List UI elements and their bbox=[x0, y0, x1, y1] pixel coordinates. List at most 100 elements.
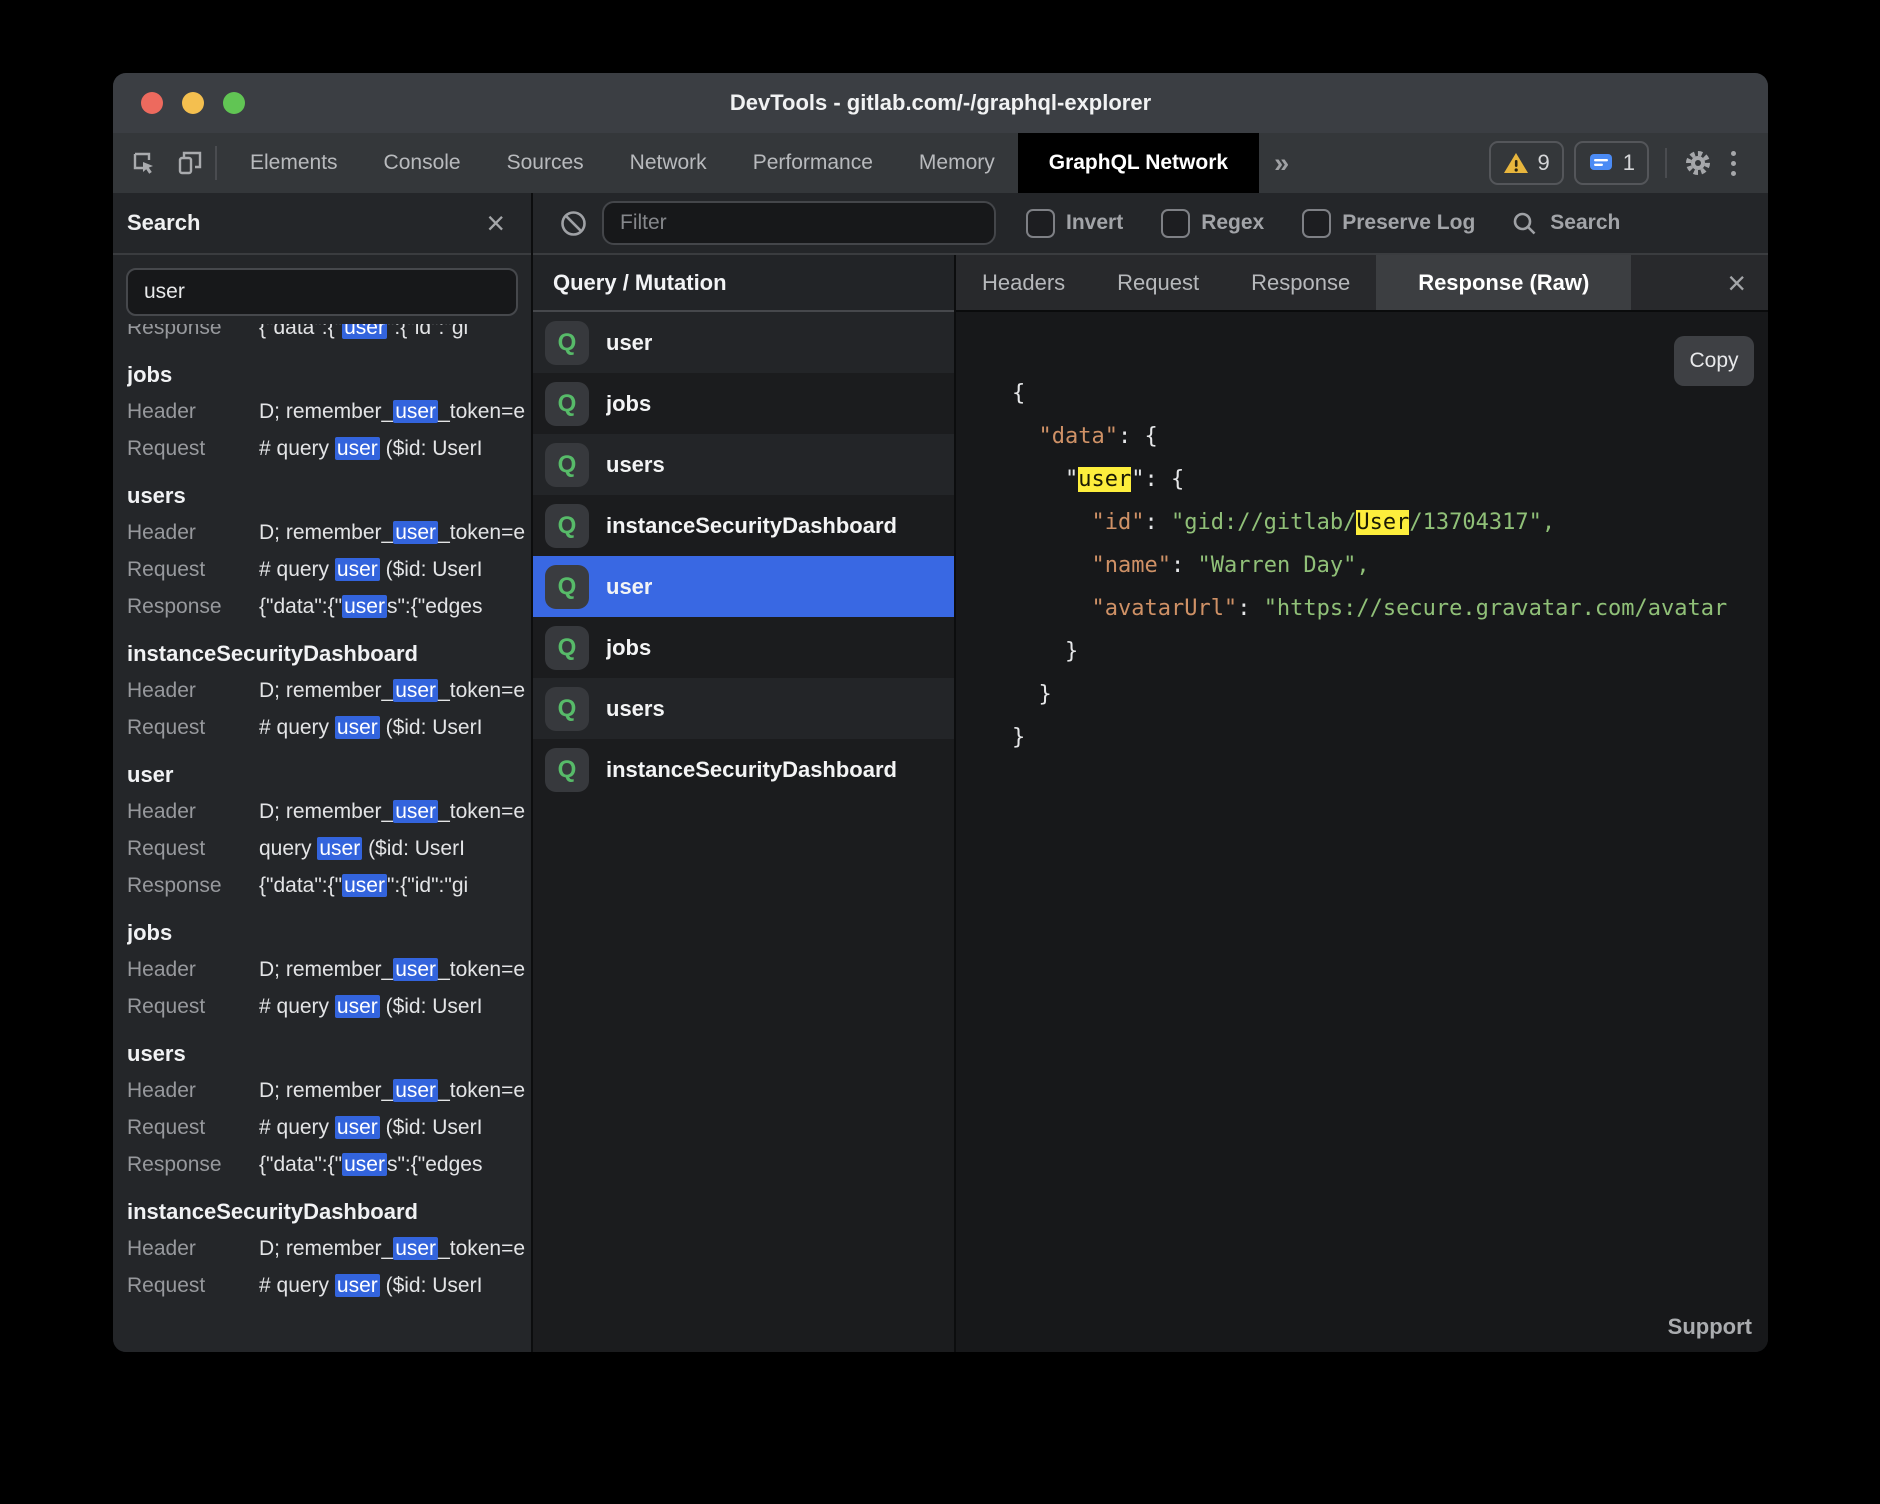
search-result-group[interactable]: usersHeaderD; remember_user_token=eReque… bbox=[127, 477, 531, 625]
search-result-line[interactable]: Request# query user ($id: UserI bbox=[127, 709, 531, 746]
search-result-group[interactable]: usersHeaderD; remember_user_token=eReque… bbox=[127, 1035, 531, 1183]
query-row-jobs[interactable]: Qjobs bbox=[533, 373, 954, 434]
search-result-line[interactable]: HeaderD; remember_user_token=e bbox=[127, 393, 531, 430]
invert-checkbox-group[interactable]: Invert bbox=[1026, 209, 1123, 238]
search-panel-close-icon[interactable]: × bbox=[486, 207, 505, 239]
preserve-log-checkbox-group[interactable]: Preserve Log bbox=[1302, 209, 1475, 238]
detail-tab-response[interactable]: Response bbox=[1225, 255, 1376, 310]
result-line-label: Request bbox=[127, 988, 259, 1025]
response-raw-content: Copy { "data": { "user": { "id": "gid://… bbox=[956, 312, 1768, 1352]
search-result-group[interactable]: userHeaderD; remember_user_token=eReques… bbox=[127, 756, 531, 904]
search-result-group[interactable]: instanceSecurityDashboardHeaderD; rememb… bbox=[127, 635, 531, 746]
search-result-line[interactable]: HeaderD; remember_user_token=e bbox=[127, 793, 531, 830]
search-result-group-title: jobs bbox=[127, 356, 531, 393]
tab-sources[interactable]: Sources bbox=[484, 133, 607, 193]
search-result-line[interactable]: Request# query user ($id: UserI bbox=[127, 988, 531, 1025]
device-toolbar-icon[interactable] bbox=[175, 148, 205, 178]
close-window-button[interactable] bbox=[141, 92, 163, 114]
minimize-window-button[interactable] bbox=[182, 92, 204, 114]
search-result-line[interactable]: HeaderD; remember_user_token=e bbox=[127, 1230, 531, 1267]
tab-elements[interactable]: Elements bbox=[227, 133, 361, 193]
search-result-line[interactable]: Request# query user ($id: UserI bbox=[127, 551, 531, 588]
warnings-count: 9 bbox=[1538, 150, 1550, 176]
search-result-partial-line[interactable]: Response{"data":{"user":{"id":"gi bbox=[127, 324, 531, 346]
messages-badge[interactable]: 1 bbox=[1574, 141, 1649, 185]
toolbar-search-button[interactable]: Search bbox=[1511, 210, 1620, 237]
result-line-label: Header bbox=[127, 393, 259, 430]
tab-performance[interactable]: Performance bbox=[730, 133, 896, 193]
query-row-users[interactable]: Qusers bbox=[533, 434, 954, 495]
search-result-line[interactable]: Response{"data":{"users":{"edges bbox=[127, 1146, 531, 1183]
tab-memory[interactable]: Memory bbox=[896, 133, 1018, 193]
search-result-line[interactable]: HeaderD; remember_user_token=e bbox=[127, 514, 531, 551]
search-result-line[interactable]: Requestquery user ($id: UserI bbox=[127, 830, 531, 867]
more-options-menu-icon[interactable] bbox=[1723, 151, 1744, 176]
result-line-label: Request bbox=[127, 830, 259, 867]
result-line-label: Header bbox=[127, 514, 259, 551]
search-result-group[interactable]: instanceSecurityDashboardHeaderD; rememb… bbox=[127, 1193, 531, 1304]
query-row-users[interactable]: Qusers bbox=[533, 678, 954, 739]
query-row-instanceSecurityDashboard[interactable]: QinstanceSecurityDashboard bbox=[533, 739, 954, 800]
query-row-jobs[interactable]: Qjobs bbox=[533, 617, 954, 678]
search-panel: Search × Response{"data":{"user":{"id":"… bbox=[113, 193, 533, 1352]
filter-input[interactable] bbox=[602, 201, 996, 245]
text-segment: D; remember_ bbox=[259, 958, 393, 981]
tab-network[interactable]: Network bbox=[607, 133, 730, 193]
search-result-line[interactable]: Response{"data":{"user":{"id":"gi bbox=[127, 324, 531, 346]
query-row-label: users bbox=[606, 696, 665, 722]
text-segment: " bbox=[1012, 467, 1078, 492]
support-link[interactable]: Support bbox=[1668, 1314, 1752, 1340]
detail-tab-request[interactable]: Request bbox=[1091, 255, 1225, 310]
query-list: QuserQjobsQusersQinstanceSecurityDashboa… bbox=[533, 312, 954, 800]
text-segment: D; remember_ bbox=[259, 1079, 393, 1102]
query-type-badge: Q bbox=[545, 565, 589, 609]
query-row-instanceSecurityDashboard[interactable]: QinstanceSecurityDashboard bbox=[533, 495, 954, 556]
regex-checkbox[interactable] bbox=[1161, 209, 1190, 238]
message-icon bbox=[1588, 151, 1614, 175]
match-highlight: user bbox=[342, 1153, 387, 1176]
search-result-line[interactable]: Response{"data":{"users":{"edges bbox=[127, 588, 531, 625]
zoom-window-button[interactable] bbox=[223, 92, 245, 114]
preserve-log-checkbox-label: Preserve Log bbox=[1342, 211, 1475, 235]
search-result-line[interactable]: HeaderD; remember_user_token=e bbox=[127, 672, 531, 709]
tab-console[interactable]: Console bbox=[361, 133, 484, 193]
settings-gear-icon[interactable] bbox=[1683, 148, 1713, 178]
search-result-line[interactable]: Request# query user ($id: UserI bbox=[127, 1267, 531, 1304]
text-segment: ": { bbox=[1131, 467, 1184, 492]
search-result-group-title: user bbox=[127, 756, 531, 793]
preserve-log-checkbox[interactable] bbox=[1302, 209, 1331, 238]
clear-log-icon[interactable] bbox=[559, 209, 588, 238]
search-input[interactable] bbox=[126, 268, 518, 316]
detail-tab-headers[interactable]: Headers bbox=[956, 255, 1091, 310]
query-type-badge: Q bbox=[545, 443, 589, 487]
text-segment: "id" bbox=[1091, 510, 1144, 535]
text-segment: ($id: UserI bbox=[380, 1274, 483, 1297]
query-row-user-selected[interactable]: Quser bbox=[533, 556, 954, 617]
search-result-line[interactable]: Response{"data":{"user":{"id":"gi bbox=[127, 867, 531, 904]
detail-close-icon[interactable]: × bbox=[1727, 267, 1746, 299]
search-result-line[interactable]: Request# query user ($id: UserI bbox=[127, 430, 531, 467]
detail-tab-response-raw-[interactable]: Response (Raw) bbox=[1376, 255, 1631, 310]
text-segment: {"data":{" bbox=[259, 1153, 342, 1176]
query-row-label: user bbox=[606, 574, 652, 600]
search-result-line[interactable]: HeaderD; remember_user_token=e bbox=[127, 1072, 531, 1109]
text-segment: } bbox=[1012, 725, 1025, 750]
text-segment: # query bbox=[259, 995, 335, 1018]
inspect-element-icon[interactable] bbox=[129, 148, 159, 178]
more-tabs-chevron-icon[interactable]: » bbox=[1259, 133, 1304, 193]
search-result-group[interactable]: jobsHeaderD; remember_user_token=eReques… bbox=[127, 914, 531, 1025]
search-result-group-title: users bbox=[127, 1035, 531, 1072]
regex-checkbox-group[interactable]: Regex bbox=[1161, 209, 1264, 238]
tab-graphql-network[interactable]: GraphQL Network bbox=[1018, 133, 1259, 193]
invert-checkbox[interactable] bbox=[1026, 209, 1055, 238]
query-row-user[interactable]: Quser bbox=[533, 312, 954, 373]
search-result-line[interactable]: Request# query user ($id: UserI bbox=[127, 1109, 531, 1146]
json-line: "data": { bbox=[1012, 415, 1768, 458]
query-row-label: jobs bbox=[606, 635, 651, 661]
search-results: Response{"data":{"user":{"id":"gijobsHea… bbox=[113, 316, 531, 1352]
window-controls bbox=[141, 73, 245, 133]
warnings-badge[interactable]: 9 bbox=[1489, 141, 1564, 185]
regex-checkbox-label: Regex bbox=[1201, 211, 1264, 235]
search-result-group[interactable]: jobsHeaderD; remember_user_token=eReques… bbox=[127, 356, 531, 467]
search-result-line[interactable]: HeaderD; remember_user_token=e bbox=[127, 951, 531, 988]
